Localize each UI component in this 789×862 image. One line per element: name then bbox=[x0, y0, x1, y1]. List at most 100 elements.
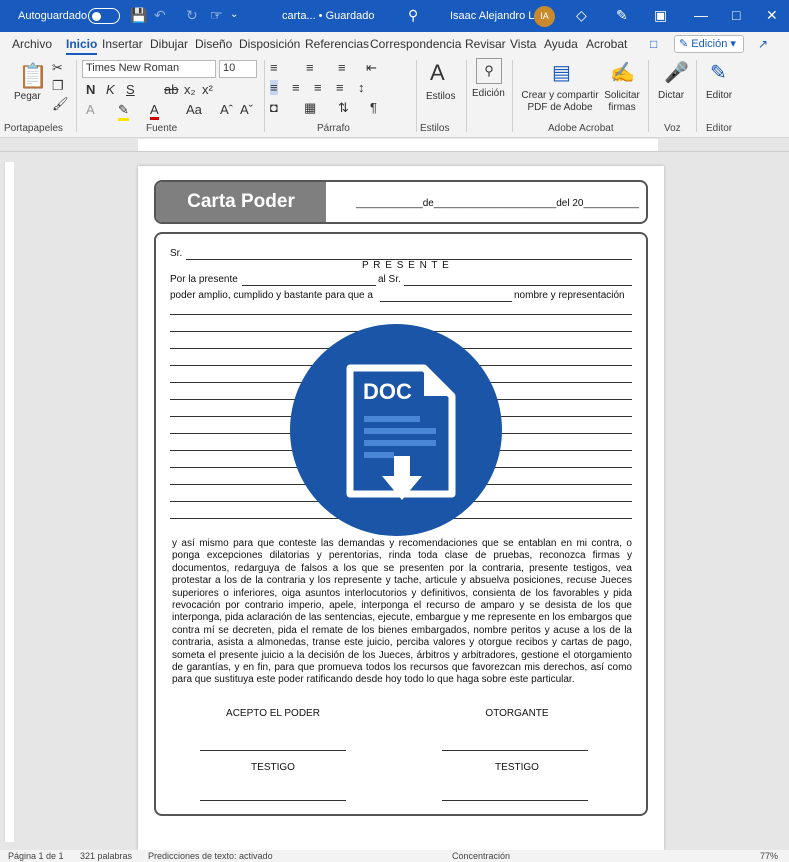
highlight-icon[interactable]: ✎ bbox=[118, 102, 129, 121]
badge-label: DOC bbox=[363, 379, 412, 404]
maximize-icon[interactable]: □ bbox=[732, 7, 740, 23]
multilevel-list-icon[interactable]: ≡ bbox=[338, 60, 346, 75]
create-pdf-label[interactable]: Crear y compartir PDF de Adobe bbox=[520, 90, 600, 114]
shrink-font-icon[interactable]: Aˇ bbox=[240, 102, 253, 117]
minimize-icon[interactable]: — bbox=[694, 7, 708, 23]
tab-correspondencia[interactable]: Correspondencia bbox=[370, 37, 461, 51]
request-signatures-label[interactable]: Solicitar firmas bbox=[600, 90, 644, 114]
tab-insertar[interactable]: Insertar bbox=[102, 37, 143, 51]
numbering-icon[interactable]: ≡ bbox=[306, 60, 314, 75]
styles-icon[interactable]: A bbox=[430, 60, 445, 86]
tab-diseno[interactable]: Diseño bbox=[195, 37, 232, 51]
comments-icon[interactable]: □ bbox=[650, 37, 657, 51]
align-right-icon[interactable]: ≡ bbox=[314, 80, 322, 95]
format-painter-icon[interactable]: 🖌 bbox=[52, 96, 69, 112]
doc-download-badge: DOC bbox=[290, 324, 502, 536]
paste-icon[interactable]: 📋 bbox=[18, 62, 48, 91]
signature-line bbox=[200, 750, 346, 751]
grow-font-icon[interactable]: Aˆ bbox=[220, 102, 233, 117]
ribbon-divider bbox=[696, 60, 697, 132]
paste-label[interactable]: Pegar bbox=[14, 91, 41, 103]
document-name[interactable]: carta... • Guardado bbox=[282, 10, 375, 22]
group-editor: Editor bbox=[706, 123, 733, 134]
subscript-icon[interactable]: x₂ bbox=[184, 82, 196, 97]
tab-vista[interactable]: Vista bbox=[510, 37, 536, 51]
otorgante-label: OTORGANTE bbox=[485, 708, 549, 719]
nombre-representacion-label: nombre y representación bbox=[514, 290, 625, 301]
autosave-label: Autoguardado bbox=[18, 10, 88, 22]
cut-icon[interactable]: ✂ bbox=[52, 60, 63, 76]
redo-icon[interactable]: ↻ bbox=[186, 7, 198, 23]
page-count[interactable]: Página 1 de 1 bbox=[8, 851, 64, 861]
editing-mode-button[interactable]: ✎ Edición ▾ bbox=[674, 35, 744, 53]
tab-referencias[interactable]: Referencias bbox=[305, 37, 369, 51]
search-icon[interactable]: ⚲ bbox=[408, 7, 418, 23]
bullets-icon[interactable]: ≡ bbox=[270, 60, 278, 75]
editing-label[interactable]: Edición bbox=[472, 88, 505, 100]
bold-icon[interactable]: N bbox=[86, 82, 95, 97]
group-styles: Estilos bbox=[420, 123, 450, 134]
poder-label: poder amplio, cumplido y bastante para q… bbox=[170, 290, 373, 301]
underline-icon[interactable]: S bbox=[126, 82, 135, 97]
tab-archivo[interactable]: Archivo bbox=[12, 37, 52, 51]
sort-icon[interactable]: ⇅ bbox=[338, 100, 349, 116]
decrease-indent-icon[interactable]: ⇤ bbox=[366, 60, 377, 76]
styles-label[interactable]: Estilos bbox=[426, 91, 455, 103]
shading-icon[interactable]: ◘ bbox=[270, 100, 278, 115]
diamond-icon[interactable]: ◇ bbox=[576, 7, 587, 23]
signature-line bbox=[200, 800, 346, 801]
font-size-select[interactable]: 10 bbox=[219, 60, 257, 78]
editor-label[interactable]: Editor bbox=[706, 90, 732, 102]
italic-icon[interactable]: K bbox=[106, 82, 115, 97]
change-case-icon[interactable]: Aa bbox=[186, 102, 202, 117]
word-count[interactable]: 321 palabras bbox=[80, 851, 132, 861]
copy-icon[interactable]: ❐ bbox=[52, 78, 64, 94]
tab-revisar[interactable]: Revisar bbox=[465, 37, 506, 51]
microphone-icon[interactable]: 🎤 bbox=[664, 60, 689, 85]
pen-icon[interactable]: ✎ bbox=[616, 7, 628, 23]
tab-dibujar[interactable]: Dibujar bbox=[150, 37, 188, 51]
share-icon[interactable]: ↗ bbox=[758, 37, 768, 51]
tab-ayuda[interactable]: Ayuda bbox=[544, 37, 578, 51]
line-spacing-icon[interactable]: ↕ bbox=[358, 80, 365, 95]
scrollbar[interactable] bbox=[775, 152, 789, 850]
close-icon[interactable]: ✕ bbox=[766, 7, 778, 23]
vertical-ruler[interactable] bbox=[0, 152, 16, 850]
avatar[interactable]: IA bbox=[534, 6, 555, 27]
font-name-select[interactable]: Times New Roman bbox=[82, 60, 216, 78]
save-icon[interactable]: 💾 bbox=[130, 7, 147, 23]
find-icon[interactable]: ⚲ bbox=[476, 58, 502, 84]
tab-acrobat[interactable]: Acrobat bbox=[586, 37, 627, 51]
create-pdf-icon[interactable]: ▤ bbox=[552, 60, 571, 85]
user-name[interactable]: Isaac Alejandro L bbox=[450, 10, 534, 22]
testigo-label: TESTIGO bbox=[495, 762, 539, 773]
text-predictions[interactable]: Predicciones de texto: activado bbox=[148, 851, 273, 861]
editor-icon[interactable]: ✎ bbox=[710, 60, 727, 85]
font-color-icon[interactable]: A bbox=[150, 102, 159, 120]
group-voice: Voz bbox=[664, 123, 681, 134]
tab-disposicion[interactable]: Disposición bbox=[239, 37, 300, 51]
autosave-toggle[interactable] bbox=[88, 8, 120, 24]
attorney-line bbox=[380, 301, 512, 302]
horizontal-ruler[interactable] bbox=[0, 138, 789, 152]
touch-mode-icon[interactable]: ☞ bbox=[210, 7, 223, 23]
ribbon-divider bbox=[466, 60, 467, 132]
align-left-icon[interactable]: ≡ bbox=[270, 80, 278, 95]
ribbon-display-icon[interactable]: ▣ bbox=[654, 7, 667, 23]
focus-mode[interactable]: Concentración bbox=[452, 851, 510, 861]
dictate-label[interactable]: Dictar bbox=[658, 90, 684, 102]
undo-icon[interactable]: ↶ bbox=[154, 7, 166, 23]
show-marks-icon[interactable]: ¶ bbox=[370, 100, 377, 115]
align-center-icon[interactable]: ≡ bbox=[292, 80, 300, 95]
request-signatures-icon[interactable]: ✍ bbox=[610, 60, 635, 85]
zoom-level[interactable]: 77% bbox=[760, 851, 778, 861]
superscript-icon[interactable]: x² bbox=[202, 82, 213, 97]
text-effects-icon[interactable]: A bbox=[86, 102, 95, 117]
customize-toolbar-icon[interactable]: ⌄ bbox=[230, 7, 238, 23]
tab-inicio[interactable]: Inicio bbox=[66, 37, 98, 55]
recipient-line bbox=[404, 285, 632, 286]
justify-icon[interactable]: ≡ bbox=[336, 80, 344, 95]
borders-icon[interactable]: ▦ bbox=[304, 100, 316, 116]
strikethrough-icon[interactable]: ab bbox=[164, 82, 178, 97]
vertical-ruler-scale bbox=[4, 162, 14, 842]
